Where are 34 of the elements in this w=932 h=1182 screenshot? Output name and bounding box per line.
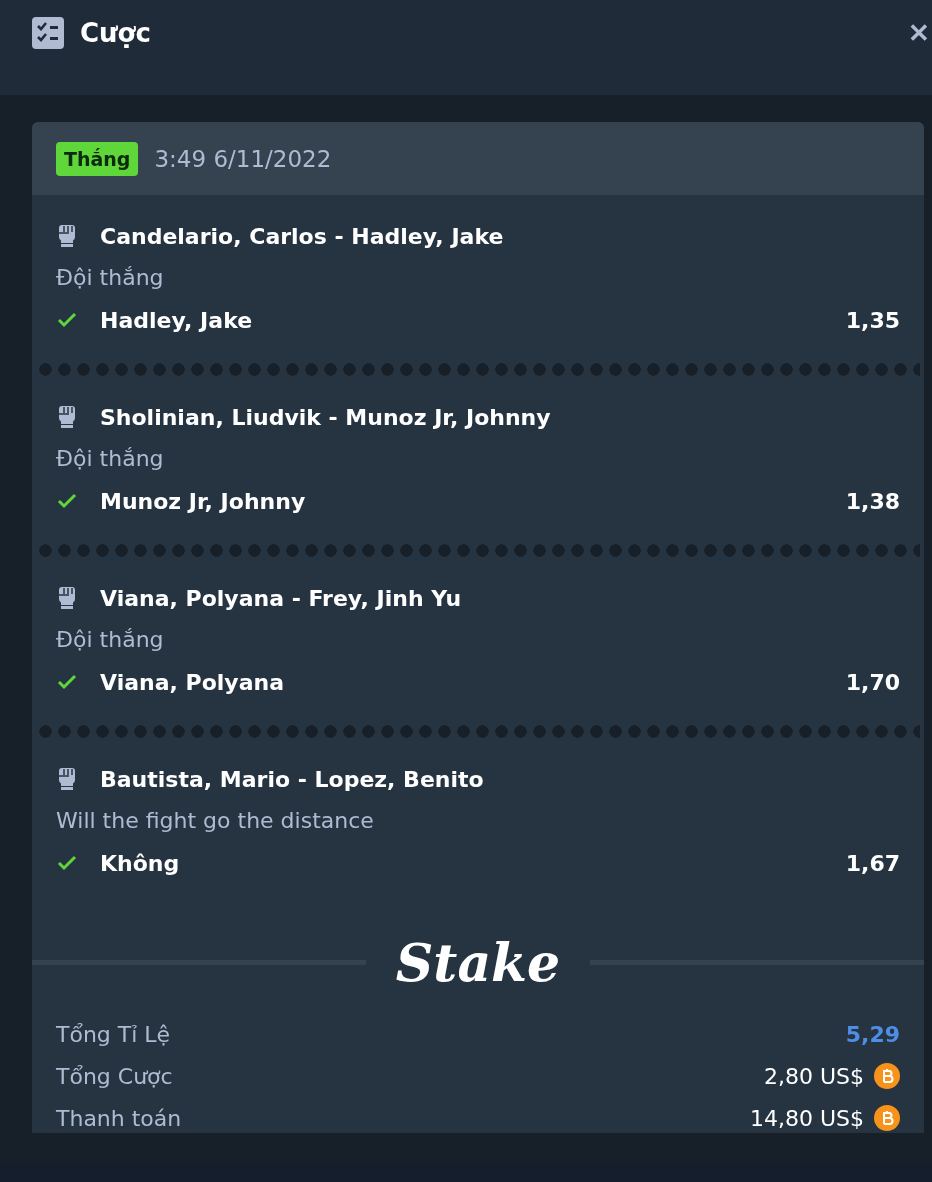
brand-logo: Stake bbox=[394, 932, 562, 993]
odds-value: 1,38 bbox=[845, 488, 900, 514]
summary-label: Tổng Cược bbox=[56, 1063, 173, 1089]
odds-value: 1,70 bbox=[845, 669, 900, 695]
fist-icon bbox=[56, 586, 78, 610]
market-name: Đội thắng bbox=[56, 445, 165, 473]
market-name: Đội thắng bbox=[56, 264, 165, 292]
event-name: Sholinian, Liudvik - Munoz Jr, Johnny bbox=[100, 404, 551, 430]
summary-value: 2,80 US$ bbox=[763, 1063, 864, 1089]
event-name: Viana, Polyana - Frey, Jinh Yu bbox=[100, 585, 462, 611]
market-name: Will the fight go the distance bbox=[56, 807, 375, 835]
fist-icon bbox=[56, 224, 78, 248]
market-name: Đội thắng bbox=[56, 626, 165, 654]
event-name: Candelario, Carlos - Hadley, Jake bbox=[100, 223, 504, 249]
event-name: Bautista, Mario - Lopez, Benito bbox=[100, 766, 484, 792]
summary-value: 5,29 bbox=[845, 1021, 900, 1047]
panel-title: Cược bbox=[80, 17, 151, 49]
status-badge: Thắng bbox=[56, 141, 139, 176]
checklist-icon bbox=[32, 17, 64, 49]
fist-icon bbox=[56, 405, 78, 429]
summary-label: Tổng Tỉ Lệ bbox=[56, 1021, 171, 1047]
coin-icon bbox=[874, 1063, 900, 1089]
coin-icon bbox=[874, 1105, 900, 1131]
pick-name: Munoz Jr, Johnny bbox=[100, 488, 306, 514]
summary-value: 14,80 US$ bbox=[749, 1105, 864, 1131]
fist-icon bbox=[56, 767, 78, 791]
pick-name: Không bbox=[100, 850, 180, 876]
close-button[interactable]: ✕ bbox=[908, 17, 932, 49]
summary-label: Thanh toán bbox=[56, 1105, 182, 1131]
pick-name: Hadley, Jake bbox=[100, 307, 253, 333]
odds-value: 1,67 bbox=[845, 850, 900, 876]
odds-value: 1,35 bbox=[845, 307, 900, 333]
bet-time: 3:49 6/11/2022 bbox=[154, 145, 332, 172]
pick-name: Viana, Polyana bbox=[100, 669, 285, 695]
